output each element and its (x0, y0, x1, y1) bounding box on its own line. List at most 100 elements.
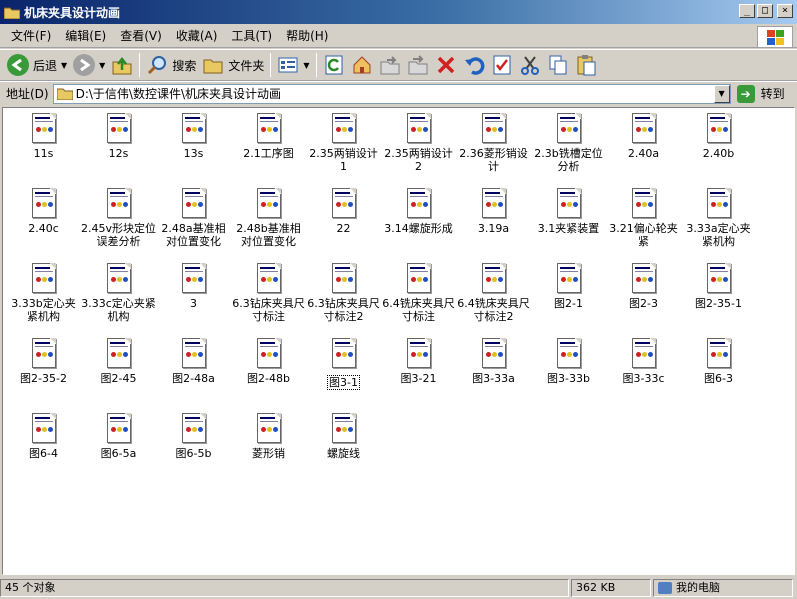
file-item[interactable]: 2.35两销设计2 (381, 113, 456, 173)
file-item[interactable]: 6.4铣床夹具尺寸标注 (381, 263, 456, 323)
close-button[interactable]: × (777, 4, 793, 18)
file-item[interactable]: 图6-5a (81, 413, 156, 460)
file-name: 图6-5b (175, 447, 212, 460)
menu-edit[interactable]: 编辑(E) (58, 27, 113, 44)
file-item[interactable]: 图2-48b (231, 338, 306, 385)
undo-button[interactable] (460, 52, 488, 78)
file-item[interactable]: 12s (81, 113, 156, 160)
delete-button[interactable] (432, 52, 460, 78)
file-item[interactable]: 图6-5b (156, 413, 231, 460)
up-folder-button[interactable] (108, 52, 136, 78)
file-item[interactable]: 3.33b定心夹紧机构 (6, 263, 81, 323)
file-name: 图3-33a (472, 372, 515, 385)
file-name: 图2-45 (100, 372, 137, 385)
file-item[interactable]: 2.35两销设计1 (306, 113, 381, 173)
folders-button[interactable]: 文件夹 (199, 52, 267, 78)
file-item[interactable]: 图2-35-2 (6, 338, 81, 385)
menu-help[interactable]: 帮助(H) (279, 27, 335, 44)
file-item[interactable]: 3.1夹紧装置 (531, 188, 606, 235)
back-button[interactable]: 后退 ▼ (4, 52, 70, 78)
file-item[interactable]: 图3-33c (606, 338, 681, 385)
file-item[interactable]: 6.3钻床夹具尺寸标注 (231, 263, 306, 323)
file-item[interactable]: 图3-1 (306, 338, 381, 390)
file-item[interactable]: 22 (306, 188, 381, 235)
file-name-wrap: 图3-33c (606, 372, 681, 385)
file-item[interactable]: 图2-48a (156, 338, 231, 385)
file-item[interactable]: 3.33a定心夹紧机构 (681, 188, 756, 248)
file-item[interactable]: 3.19a (456, 188, 531, 235)
file-item[interactable]: 图3-33b (531, 338, 606, 385)
file-item[interactable]: 图3-21 (381, 338, 456, 385)
file-name: 图2-48b (247, 372, 290, 385)
folder-icon (56, 87, 74, 101)
file-item[interactable]: 3.21偏心轮夹紧 (606, 188, 681, 248)
file-name: 图3-21 (400, 372, 437, 385)
flash-document-icon (256, 188, 281, 218)
file-item[interactable]: 螺旋线 (306, 413, 381, 460)
file-name: 6.3钻床夹具尺寸标注 (232, 297, 305, 323)
file-item[interactable]: 2.3b铣槽定位分析 (531, 113, 606, 173)
move-to-button[interactable] (376, 52, 404, 78)
views-dropdown-icon[interactable]: ▼ (303, 61, 309, 70)
file-list-view[interactable]: 11s 12s 13s 2.1工序图 2.35两销设计1 2.35两销设计2 2.36菱形销… (2, 107, 795, 575)
file-item[interactable]: 2.36菱形销设计 (456, 113, 531, 173)
file-item[interactable]: 图6-4 (6, 413, 81, 460)
flash-document-icon (631, 263, 656, 293)
forward-dropdown-icon[interactable]: ▼ (99, 61, 105, 70)
file-item[interactable]: 3.14螺旋形成 (381, 188, 456, 235)
flash-document-icon (181, 338, 206, 368)
search-button[interactable]: 搜索 (143, 52, 199, 78)
flash-document-icon (481, 188, 506, 218)
copy-to-button[interactable] (404, 52, 432, 78)
file-item[interactable]: 图2-35-1 (681, 263, 756, 310)
address-dropdown-icon[interactable]: ▼ (713, 84, 730, 103)
file-item[interactable]: 图6-3 (681, 338, 756, 385)
minimize-button[interactable]: _ (739, 4, 755, 18)
refresh-button[interactable] (320, 52, 348, 78)
address-input[interactable]: D:\于信伟\数控课件\机床夹具设计动画 ▼ (52, 83, 731, 104)
home-button[interactable] (348, 52, 376, 78)
file-item[interactable]: 3 (156, 263, 231, 310)
file-name-wrap: 图2-35-1 (681, 297, 756, 310)
menu-tools[interactable]: 工具(T) (224, 27, 279, 44)
menu-favorites[interactable]: 收藏(A) (169, 27, 225, 44)
file-item[interactable]: 菱形销 (231, 413, 306, 460)
file-item[interactable]: 2.48a基准相对位置变化 (156, 188, 231, 248)
flash-document-icon (481, 263, 506, 293)
file-item[interactable]: 11s (6, 113, 81, 160)
file-name: 3.33b定心夹紧机构 (11, 297, 76, 323)
file-item[interactable]: 2.45v形块定位误差分析 (81, 188, 156, 248)
copy-icon (547, 54, 569, 76)
properties-button[interactable] (488, 52, 516, 78)
views-button[interactable]: ▼ (274, 52, 312, 78)
file-item[interactable]: 2.1工序图 (231, 113, 306, 160)
file-item[interactable]: 图2-1 (531, 263, 606, 310)
file-name: 12s (108, 147, 129, 160)
copy-button[interactable] (544, 52, 572, 78)
flash-document-icon (706, 113, 731, 143)
menu-view[interactable]: 查看(V) (113, 27, 169, 44)
file-name-wrap: 2.3b铣槽定位分析 (531, 147, 606, 173)
paste-button[interactable] (572, 52, 600, 78)
file-item[interactable]: 图2-45 (81, 338, 156, 385)
maximize-button[interactable]: □ (757, 4, 773, 18)
file-item[interactable]: 13s (156, 113, 231, 160)
cut-button[interactable] (516, 52, 544, 78)
file-item[interactable]: 2.40c (6, 188, 81, 235)
file-item[interactable]: 6.3钻床夹具尺寸标注2 (306, 263, 381, 323)
file-item[interactable]: 2.40a (606, 113, 681, 160)
file-item[interactable]: 2.48b基准相对位置变化 (231, 188, 306, 248)
file-item[interactable]: 6.4铣床夹具尺寸标注2 (456, 263, 531, 323)
back-dropdown-icon[interactable]: ▼ (61, 61, 67, 70)
go-button[interactable]: ➔ 转到 (736, 84, 785, 103)
file-name: 3.1夹紧装置 (537, 222, 600, 235)
flash-document-icon (331, 188, 356, 218)
file-item[interactable]: 图2-3 (606, 263, 681, 310)
file-item[interactable]: 3.33c定心夹紧机构 (81, 263, 156, 323)
flash-document-icon (331, 413, 356, 443)
menu-file[interactable]: 文件(F) (4, 27, 58, 44)
forward-button[interactable]: ▼ (70, 52, 108, 78)
file-name-wrap: 13s (156, 147, 231, 160)
file-item[interactable]: 图3-33a (456, 338, 531, 385)
file-item[interactable]: 2.40b (681, 113, 756, 160)
